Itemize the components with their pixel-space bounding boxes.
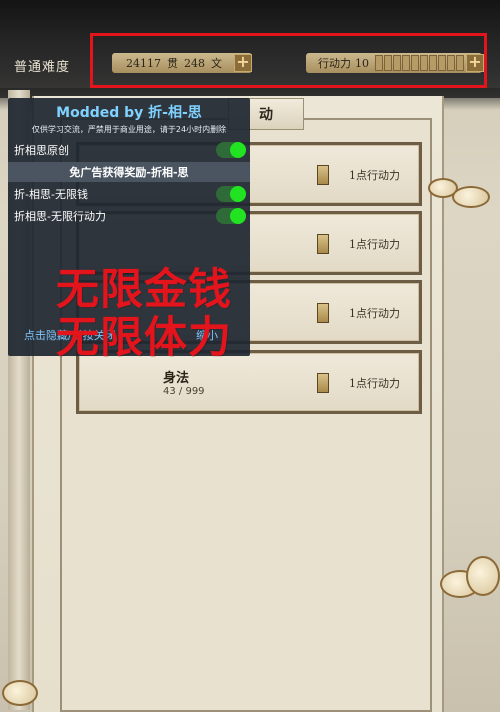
ticket-icon (317, 373, 329, 393)
skill-cost: 1点行动力 (349, 307, 400, 320)
mod-menu-note: 仅供学习交流，严禁用于商业用途，请于24小时内删除 (31, 125, 227, 134)
highlight-box (90, 33, 487, 88)
mod-item-label: 折-相思-无限钱 (14, 188, 88, 201)
skill-cost: 1点行动力 (349, 377, 400, 390)
overlay-infinite-stamina: 无限体力 (56, 313, 232, 363)
skill-cost: 1点行动力 (349, 169, 400, 182)
ticket-icon (317, 165, 329, 185)
cloud-ornament-icon (466, 556, 500, 596)
skill-name: 身法 (163, 371, 190, 386)
toggle-knob (230, 142, 246, 158)
toggle-knob (230, 186, 246, 202)
mod-item-label: 折相思原创 (14, 144, 69, 157)
difficulty-label: 普通难度 (14, 60, 71, 75)
toggle-switch[interactable] (216, 186, 246, 202)
mod-section-header: 免广告获得奖励-折相-思 (8, 162, 250, 182)
mod-item-infinite-energy[interactable]: 折相思-无限行动力 (8, 206, 250, 226)
mod-menu-title: Modded by 折-相-思 (56, 105, 202, 121)
mod-item-label: 折相思-无限行动力 (14, 210, 106, 223)
mod-item-infinite-money[interactable]: 折-相思-无限钱 (8, 184, 250, 204)
toggle-switch[interactable] (216, 208, 246, 224)
toggle-knob (230, 208, 246, 224)
mod-item-original[interactable]: 折相思原创 (8, 140, 250, 160)
tab-label: 动 (259, 107, 273, 123)
ticket-icon (317, 303, 329, 323)
toggle-switch[interactable] (216, 142, 246, 158)
skill-cost: 1点行动力 (349, 238, 400, 251)
cloud-ornament-icon (452, 186, 490, 208)
cloud-ornament-icon (2, 680, 38, 706)
ticket-icon (317, 234, 329, 254)
skill-progress: 43 / 999 (163, 386, 205, 397)
